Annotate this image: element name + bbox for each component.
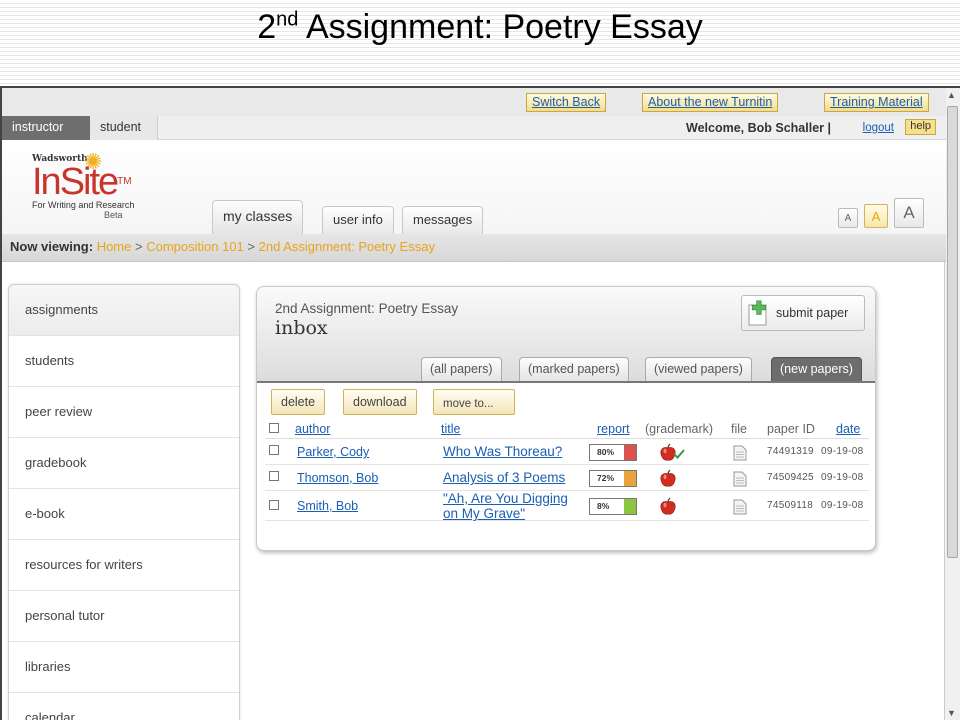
inbox-toolbar: delete download move to...: [257, 381, 875, 417]
assignment-name: 2nd Assignment: Poetry Essay: [275, 301, 459, 316]
download-button[interactable]: download: [343, 389, 417, 415]
tab-marked-papers[interactable]: (marked papers): [519, 357, 629, 381]
breadcrumb-label: Now viewing:: [10, 239, 94, 254]
report-fill: [624, 499, 636, 514]
breadcrumb: Now viewing: Home > Composition 101 > 2n…: [2, 234, 946, 262]
breadcrumb-class[interactable]: Composition 101: [146, 239, 244, 254]
originality-report[interactable]: 80%: [589, 444, 637, 461]
paper-title-link[interactable]: "Ah, Are You Digging on My Grave": [443, 491, 568, 521]
breadcrumb-assignment[interactable]: 2nd Assignment: Poetry Essay: [259, 239, 435, 254]
apple-icon[interactable]: [659, 497, 679, 517]
tab-viewed-papers[interactable]: (viewed papers): [645, 357, 752, 381]
paper-title-link[interactable]: Analysis of 3 Poems: [443, 465, 565, 491]
table-row: Thomson, Bob Analysis of 3 Poems 72% 745…: [265, 465, 869, 491]
paper-date: 09-19-08: [821, 446, 864, 457]
sidebar-item-students[interactable]: students: [9, 336, 239, 387]
tab-new-papers[interactable]: (new papers): [771, 357, 862, 381]
tab-user-info[interactable]: user info: [322, 206, 394, 234]
checkmark-icon: [673, 449, 685, 459]
scrollbar-thumb[interactable]: [947, 106, 958, 558]
table-header: author title report (grademark) file pap…: [265, 419, 869, 439]
paper-date: 09-19-08: [821, 472, 864, 483]
sidebar-item-libraries[interactable]: libraries: [9, 642, 239, 693]
logo-tagline: For Writing and Research: [32, 200, 135, 210]
row-checkbox[interactable]: [269, 445, 279, 455]
originality-report[interactable]: 8%: [589, 498, 637, 515]
originality-report[interactable]: 72%: [589, 470, 637, 487]
breadcrumb-separator: >: [135, 239, 143, 254]
breadcrumb-home[interactable]: Home: [97, 239, 132, 254]
column-author[interactable]: author: [295, 419, 330, 439]
document-icon[interactable]: [733, 499, 747, 515]
logout-link[interactable]: logout: [863, 122, 894, 134]
slide-title: 2nd Assignment: Poetry Essay: [257, 8, 703, 46]
about-turnitin-button[interactable]: About the new Turnitin: [642, 93, 779, 112]
plus-icon: [748, 300, 767, 326]
vertical-scrollbar[interactable]: ▲ ▼: [944, 88, 960, 720]
role-bar: instructor student Welcome, Bob Schaller…: [2, 116, 946, 140]
tab-messages[interactable]: messages: [402, 206, 484, 234]
welcome-text: Welcome, Bob Schaller |: [686, 121, 831, 135]
sidebar-item-assignments[interactable]: assignments: [9, 285, 239, 336]
paper-date: 09-19-08: [821, 500, 864, 511]
tab-student[interactable]: student: [90, 116, 158, 140]
column-file: file: [731, 422, 747, 436]
column-report[interactable]: report: [597, 419, 630, 439]
logo-beta: Beta: [104, 210, 123, 220]
delete-button[interactable]: delete: [271, 389, 326, 415]
brand-header: ✺ Wadsworth InSiteTM For Writing and Res…: [2, 140, 946, 234]
sidebar-item-resources-for-writers[interactable]: resources for writers: [9, 540, 239, 591]
text-size-medium-button[interactable]: A: [864, 204, 888, 228]
sidebar-item-calendar[interactable]: calendar: [9, 693, 239, 720]
author-link[interactable]: Parker, Cody: [297, 439, 369, 465]
report-fill: [624, 445, 636, 460]
scroll-down-icon[interactable]: ▼: [947, 708, 956, 718]
report-fill: [624, 471, 636, 486]
paper-id: 74491319: [767, 446, 814, 457]
sidebar-item-peer-review[interactable]: peer review: [9, 387, 239, 438]
row-checkbox[interactable]: [269, 471, 279, 481]
inbox-header: 2nd Assignment: Poetry Essay inbox submi…: [257, 287, 875, 381]
scroll-up-icon[interactable]: ▲: [947, 90, 956, 100]
text-size-large-button[interactable]: A: [894, 198, 924, 228]
tab-my-classes[interactable]: my classes: [212, 200, 304, 234]
top-link-bar: Switch Back About the new Turnitin Train…: [2, 88, 946, 116]
breadcrumb-separator: >: [247, 239, 255, 254]
sidebar-item-personal-tutor[interactable]: personal tutor: [9, 591, 239, 642]
tab-all-papers[interactable]: (all papers): [421, 357, 502, 381]
author-link[interactable]: Smith, Bob: [297, 491, 358, 521]
move-to-dropdown[interactable]: move to...: [433, 389, 515, 415]
author-link[interactable]: Thomson, Bob: [297, 465, 378, 491]
papers-table: author title report (grademark) file pap…: [265, 419, 869, 521]
training-material-button[interactable]: Training Material: [824, 93, 929, 112]
submit-paper-label: submit paper: [776, 306, 849, 320]
inbox-title: inbox: [275, 317, 328, 339]
column-date[interactable]: date: [836, 419, 860, 439]
sidebar-item-e-book[interactable]: e-book: [9, 489, 239, 540]
text-size-small-button[interactable]: A: [838, 208, 858, 228]
document-icon[interactable]: [733, 445, 747, 461]
inbox-panel: 2nd Assignment: Poetry Essay inbox submi…: [256, 286, 876, 551]
apple-icon[interactable]: [659, 469, 679, 489]
app-window: ▲ ▼ Switch Back About the new Turnitin T…: [0, 86, 960, 720]
tab-instructor[interactable]: instructor: [2, 116, 90, 140]
paper-title-link[interactable]: Who Was Thoreau?: [443, 439, 562, 465]
document-icon[interactable]: [733, 471, 747, 487]
sidebar-item-gradebook[interactable]: gradebook: [9, 438, 239, 489]
sun-icon: ✺: [84, 149, 103, 174]
submit-paper-button[interactable]: submit paper: [741, 295, 865, 331]
switch-back-button[interactable]: Switch Back: [526, 93, 607, 112]
column-grademark: (grademark): [645, 422, 714, 436]
help-button[interactable]: help: [905, 119, 936, 135]
column-title[interactable]: title: [441, 419, 460, 439]
table-row: Parker, Cody Who Was Thoreau? 80% 744913…: [265, 439, 869, 465]
table-row: Smith, Bob "Ah, Are You Digging on My Gra…: [265, 491, 869, 521]
paper-id: 74509425: [767, 472, 814, 483]
insite-logo[interactable]: ✺ Wadsworth InSiteTM For Writing and Res…: [32, 149, 152, 230]
column-paper-id: paper ID: [767, 422, 815, 436]
sidebar: assignments students peer review gradebo…: [8, 284, 240, 720]
row-checkbox[interactable]: [269, 500, 279, 510]
select-all-checkbox[interactable]: [269, 423, 279, 433]
paper-id: 74509118: [767, 500, 814, 511]
